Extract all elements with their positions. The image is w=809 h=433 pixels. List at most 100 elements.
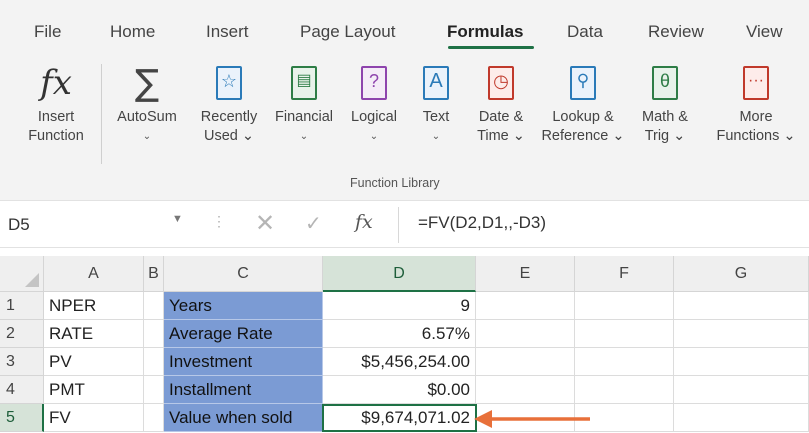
cell-e3[interactable] [476, 348, 575, 376]
insert-function-button[interactable]: fx Insert Function [20, 58, 92, 146]
cell-d4[interactable]: $0.00 [323, 376, 476, 404]
cell-e2[interactable] [476, 320, 575, 348]
column-header-b[interactable]: B [144, 256, 164, 292]
tab-home[interactable]: Home [110, 22, 155, 42]
cell-g1[interactable] [674, 292, 809, 320]
dots-book-icon: ··· [708, 58, 804, 108]
fx-icon: fx [40, 62, 72, 103]
clock-book-icon: ◷ [470, 58, 532, 108]
math-trig-label-2: Trig ⌄ [644, 128, 686, 144]
autosum-button[interactable]: ∑ AutoSum ⌄ [110, 58, 184, 146]
cell-e4[interactable] [476, 376, 575, 404]
cell-d3[interactable]: $5,456,254.00 [323, 348, 476, 376]
financial-label: Financial [274, 109, 334, 125]
financial-button[interactable]: ▤ Financial ⌄ [268, 58, 340, 146]
cell-a2[interactable]: RATE [44, 320, 144, 348]
text-label: Text [422, 109, 450, 125]
insert-function-fx-icon[interactable]: fx [355, 211, 373, 233]
tab-data[interactable]: Data [567, 22, 603, 42]
chevron-down-icon: ⌄ [299, 131, 309, 142]
cell-g4[interactable] [674, 376, 809, 404]
enter-check-icon[interactable]: ✓ [305, 211, 322, 236]
drag-handle-icon[interactable]: ⋮ [212, 213, 226, 230]
column-header-f[interactable]: F [575, 256, 674, 292]
cell-a4[interactable]: PMT [44, 376, 144, 404]
formula-bar-divider [398, 207, 399, 243]
cell-g5[interactable] [674, 404, 809, 432]
select-all-triangle-icon [25, 273, 39, 287]
cell-a3[interactable]: PV [44, 348, 144, 376]
lookup-reference-button[interactable]: ⚲ Lookup & Reference ⌄ [535, 58, 631, 146]
tab-insert[interactable]: Insert [206, 22, 249, 42]
cell-f2[interactable] [575, 320, 674, 348]
row-header-5[interactable]: 5 [0, 404, 44, 432]
row-header-1[interactable]: 1 [0, 292, 44, 320]
chevron-down-icon: ⌄ [142, 131, 152, 142]
chevron-down-icon: ⌄ [369, 131, 379, 142]
column-header-g[interactable]: G [674, 256, 809, 292]
column-header-e[interactable]: E [476, 256, 575, 292]
logical-button[interactable]: ? Logical ⌄ [344, 58, 404, 146]
cell-g2[interactable] [674, 320, 809, 348]
row-header-2[interactable]: 2 [0, 320, 44, 348]
text-button[interactable]: A Text ⌄ [414, 58, 458, 146]
ribbon: File Home Insert Page Layout Formulas Da… [0, 0, 809, 200]
cell-f4[interactable] [575, 376, 674, 404]
tab-view[interactable]: View [746, 22, 783, 42]
insert-function-label-1: Insert [37, 109, 75, 125]
cell-c3[interactable]: Investment [164, 348, 323, 376]
cell-c5[interactable]: Value when sold [164, 404, 323, 432]
cell-b5[interactable] [144, 404, 164, 432]
name-box[interactable]: D5 [0, 211, 196, 239]
cell-c1[interactable]: Years [164, 292, 323, 320]
math-trig-button[interactable]: θ Math & Trig ⌄ [636, 58, 694, 146]
arrow-head-icon [474, 410, 492, 428]
formula-input[interactable]: =FV(D2,D1,,-D3) [418, 213, 546, 233]
cell-e1[interactable] [476, 292, 575, 320]
cell-c4[interactable]: Installment [164, 376, 323, 404]
date-time-label-1: Date & [478, 109, 524, 125]
theta-book-icon: θ [636, 58, 694, 108]
name-box-dropdown-icon[interactable]: ▼ [172, 213, 183, 225]
more-functions-label-2: Functions ⌄ [716, 128, 796, 144]
cell-f1[interactable] [575, 292, 674, 320]
recently-used-button[interactable]: ☆ Recently Used ⌄ [193, 58, 265, 146]
cell-a1[interactable]: NPER [44, 292, 144, 320]
formula-bar: D5 ▼ ⋮ ✕ ✓ fx =FV(D2,D1,,-D3) [0, 200, 809, 248]
cell-d5[interactable]: $9,674,071.02 [323, 404, 476, 432]
worksheet-grid: A B C D E F G 1 NPER Years 9 2 RATE Average Ra… [0, 256, 809, 433]
date-time-button[interactable]: ◷ Date & Time ⌄ [470, 58, 532, 146]
lookup-label-1: Lookup & [552, 109, 614, 125]
tab-file[interactable]: File [34, 22, 61, 42]
cell-b4[interactable] [144, 376, 164, 404]
more-functions-label-1: More [739, 109, 773, 125]
row-header-3[interactable]: 3 [0, 348, 44, 376]
cell-d1[interactable]: 9 [323, 292, 476, 320]
cell-b2[interactable] [144, 320, 164, 348]
tab-page-layout[interactable]: Page Layout [300, 22, 395, 42]
cell-a5[interactable]: FV [44, 404, 144, 432]
tab-review[interactable]: Review [648, 22, 704, 42]
column-header-c[interactable]: C [164, 256, 323, 292]
chevron-down-icon: ⌄ [431, 131, 441, 142]
column-header-a[interactable]: A [44, 256, 144, 292]
ribbon-separator [101, 64, 102, 164]
cell-d2[interactable]: 6.57% [323, 320, 476, 348]
pointer-arrow [474, 410, 590, 428]
cell-b1[interactable] [144, 292, 164, 320]
lookup-label-2: Reference ⌄ [541, 128, 625, 144]
more-functions-button[interactable]: ··· More Functions ⌄ [708, 58, 804, 146]
cell-f3[interactable] [575, 348, 674, 376]
select-all-corner[interactable] [0, 256, 44, 292]
cell-g3[interactable] [674, 348, 809, 376]
cell-c2[interactable]: Average Rate [164, 320, 323, 348]
recently-used-label-1: Recently [200, 109, 258, 125]
question-book-icon: ? [344, 58, 404, 108]
math-trig-label-1: Math & [642, 109, 688, 125]
cancel-icon[interactable]: ✕ [255, 209, 275, 238]
cell-b3[interactable] [144, 348, 164, 376]
tab-formulas[interactable]: Formulas [447, 22, 524, 42]
text-a-book-icon: A [414, 58, 458, 108]
row-header-4[interactable]: 4 [0, 376, 44, 404]
column-header-d[interactable]: D [323, 256, 476, 292]
